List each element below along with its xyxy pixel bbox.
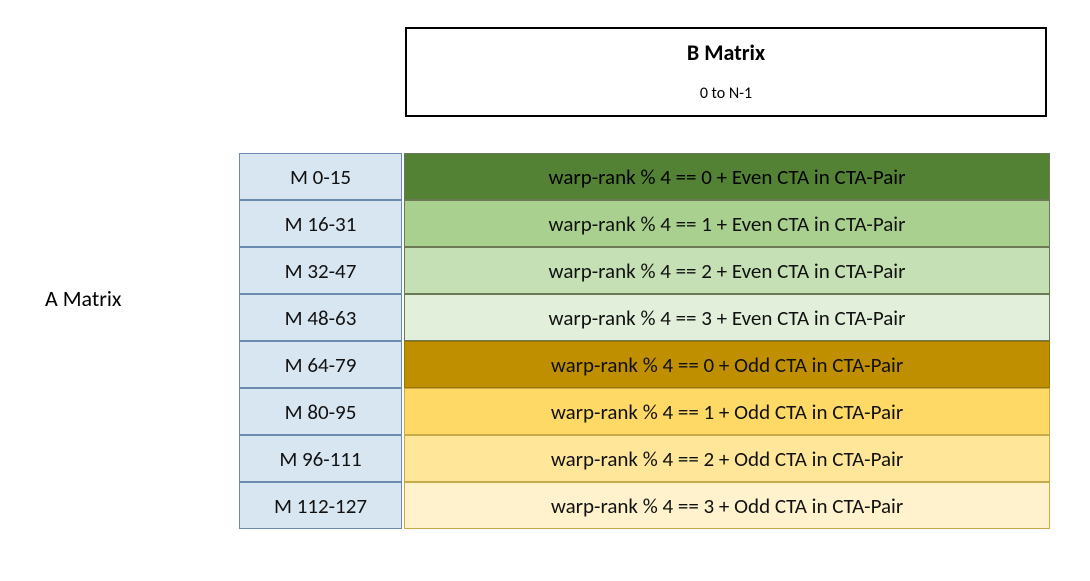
warp-desc-cell: warp-rank % 4 == 2 + Odd CTA in CTA-Pair bbox=[404, 435, 1050, 482]
warp-desc-cell: warp-rank % 4 == 3 + Odd CTA in CTA-Pair bbox=[404, 482, 1050, 529]
table-row: M 64-79 warp-rank % 4 == 0 + Odd CTA in … bbox=[239, 341, 1050, 388]
warp-desc-cell: warp-rank % 4 == 1 + Even CTA in CTA-Pai… bbox=[404, 200, 1050, 247]
warp-desc-cell: warp-rank % 4 == 0 + Even CTA in CTA-Pai… bbox=[404, 153, 1050, 200]
table-row: M 32-47 warp-rank % 4 == 2 + Even CTA in… bbox=[239, 247, 1050, 294]
table-row: M 48-63 warp-rank % 4 == 3 + Even CTA in… bbox=[239, 294, 1050, 341]
m-range-cell: M 96-111 bbox=[239, 435, 402, 482]
m-range-cell: M 0-15 bbox=[239, 153, 402, 200]
warp-desc-cell: warp-rank % 4 == 2 + Even CTA in CTA-Pai… bbox=[404, 247, 1050, 294]
m-range-cell: M 16-31 bbox=[239, 200, 402, 247]
warp-desc-cell: warp-rank % 4 == 1 + Odd CTA in CTA-Pair bbox=[404, 388, 1050, 435]
b-matrix-box: B Matrix 0 to N-1 bbox=[405, 27, 1047, 117]
b-matrix-title: B Matrix bbox=[407, 39, 1045, 66]
table-row: M 96-111 warp-rank % 4 == 2 + Odd CTA in… bbox=[239, 435, 1050, 482]
m-range-cell: M 48-63 bbox=[239, 294, 402, 341]
warp-desc-cell: warp-rank % 4 == 0 + Odd CTA in CTA-Pair bbox=[404, 341, 1050, 388]
m-range-cell: M 80-95 bbox=[239, 388, 402, 435]
b-matrix-range: 0 to N-1 bbox=[407, 84, 1045, 103]
table-row: M 80-95 warp-rank % 4 == 1 + Odd CTA in … bbox=[239, 388, 1050, 435]
table-row: M 16-31 warp-rank % 4 == 1 + Even CTA in… bbox=[239, 200, 1050, 247]
table-row: M 112-127 warp-rank % 4 == 3 + Odd CTA i… bbox=[239, 482, 1050, 529]
a-matrix-label: A Matrix bbox=[45, 285, 121, 312]
table-row: M 0-15 warp-rank % 4 == 0 + Even CTA in … bbox=[239, 153, 1050, 200]
m-range-cell: M 112-127 bbox=[239, 482, 402, 529]
warp-desc-cell: warp-rank % 4 == 3 + Even CTA in CTA-Pai… bbox=[404, 294, 1050, 341]
m-range-cell: M 64-79 bbox=[239, 341, 402, 388]
matrix-grid: M 0-15 warp-rank % 4 == 0 + Even CTA in … bbox=[239, 153, 1050, 529]
m-range-cell: M 32-47 bbox=[239, 247, 402, 294]
